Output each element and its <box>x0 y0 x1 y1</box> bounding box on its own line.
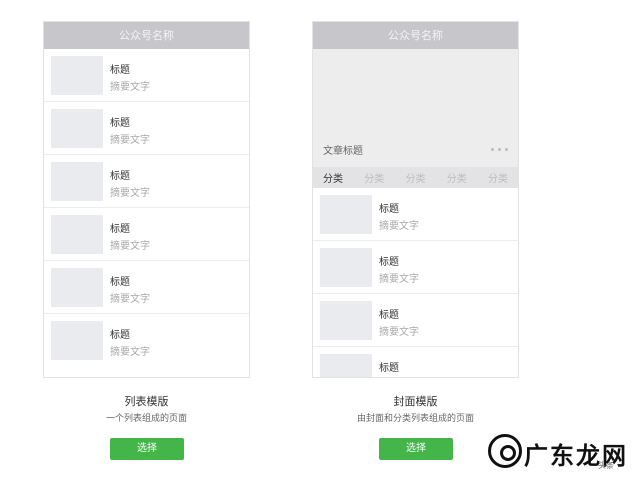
category-tab[interactable]: 分类 <box>364 170 384 185</box>
thumbnail-placeholder <box>51 162 103 201</box>
cover-template-name: 封面模版 <box>393 395 438 408</box>
item-title: 标题 <box>379 363 399 374</box>
item-summary: 摘要文字 <box>110 135 150 146</box>
thumbnail-placeholder <box>320 195 372 234</box>
item-title: 标题 <box>379 310 399 321</box>
cover-image-placeholder: 文章标题 <box>313 49 518 167</box>
thumbnail-placeholder <box>320 354 372 377</box>
thumbnail-placeholder <box>320 248 372 287</box>
item-summary: 摘要文字 <box>110 294 150 305</box>
carousel-dots <box>491 148 508 151</box>
item-title: 标题 <box>110 330 130 341</box>
cover-template-header: 公众号名称 <box>313 22 518 49</box>
cover-title: 文章标题 <box>323 146 363 157</box>
category-bar: 分类 分类 分类 分类 分类 <box>313 167 518 188</box>
list-template-name: 列表模版 <box>124 395 169 408</box>
list-item: 标题 摘要文字 <box>44 49 249 102</box>
thumbnail-placeholder <box>51 56 103 95</box>
list-template-preview: 公众号名称 标题 摘要文字 标题 摘要文字 标题 摘要文字 标题 摘要文字 标题… <box>43 21 250 378</box>
list-item: 标题 摘要文字 <box>44 261 249 314</box>
thumbnail-placeholder <box>51 215 103 254</box>
item-title: 标题 <box>110 277 130 288</box>
thumbnail-placeholder <box>51 268 103 307</box>
list-item: 标题 <box>313 347 518 377</box>
category-tab[interactable]: 分类 <box>406 170 426 185</box>
select-list-template-button[interactable]: 选择 <box>110 438 184 460</box>
list-template-desc: 一个列表组成的页面 <box>105 414 187 424</box>
item-title: 标题 <box>110 65 130 76</box>
item-summary: 摘要文字 <box>110 188 150 199</box>
item-summary: 摘要文字 <box>379 274 419 285</box>
list-item: 标题 摘要文字 <box>313 294 518 347</box>
item-title: 标题 <box>110 118 130 129</box>
list-template-header: 公众号名称 <box>44 22 249 49</box>
list-item: 标题 摘要文字 <box>313 241 518 294</box>
item-title: 标题 <box>379 257 399 268</box>
cover-template-desc: 由封面和分类列表组成的页面 <box>356 414 474 424</box>
list-item: 标题 摘要文字 <box>313 188 518 241</box>
thumbnail-placeholder <box>51 321 103 360</box>
item-title: 标题 <box>110 224 130 235</box>
watermark-logo: 广东龙网 头条 <box>480 424 640 478</box>
item-summary: 摘要文字 <box>379 327 419 338</box>
category-tab[interactable]: 分类 <box>488 170 508 185</box>
item-title: 标题 <box>379 204 399 215</box>
item-summary: 摘要文字 <box>110 347 150 358</box>
item-title: 标题 <box>110 171 130 182</box>
carousel-dot <box>505 148 508 151</box>
thumbnail-placeholder <box>320 301 372 340</box>
category-tab[interactable]: 分类 <box>447 170 467 185</box>
list-item: 标题 摘要文字 <box>44 102 249 155</box>
watermark-icon <box>488 434 522 468</box>
category-tab-active[interactable]: 分类 <box>323 170 343 185</box>
item-summary: 摘要文字 <box>110 82 150 93</box>
item-summary: 摘要文字 <box>110 241 150 252</box>
list-item: 标题 摘要文字 <box>44 155 249 208</box>
item-summary: 摘要文字 <box>379 221 419 232</box>
watermark-sub: 头条 <box>598 461 614 470</box>
list-item: 标题 摘要文字 <box>44 208 249 261</box>
list-item: 标题 摘要文字 <box>44 314 249 367</box>
thumbnail-placeholder <box>51 109 103 148</box>
carousel-dot <box>491 148 494 151</box>
carousel-dot <box>498 148 501 151</box>
select-cover-template-button[interactable]: 选择 <box>379 438 453 460</box>
cover-template-preview: 公众号名称 文章标题 分类 分类 分类 分类 分类 标题 摘要文字 标题 摘要文… <box>312 21 519 378</box>
